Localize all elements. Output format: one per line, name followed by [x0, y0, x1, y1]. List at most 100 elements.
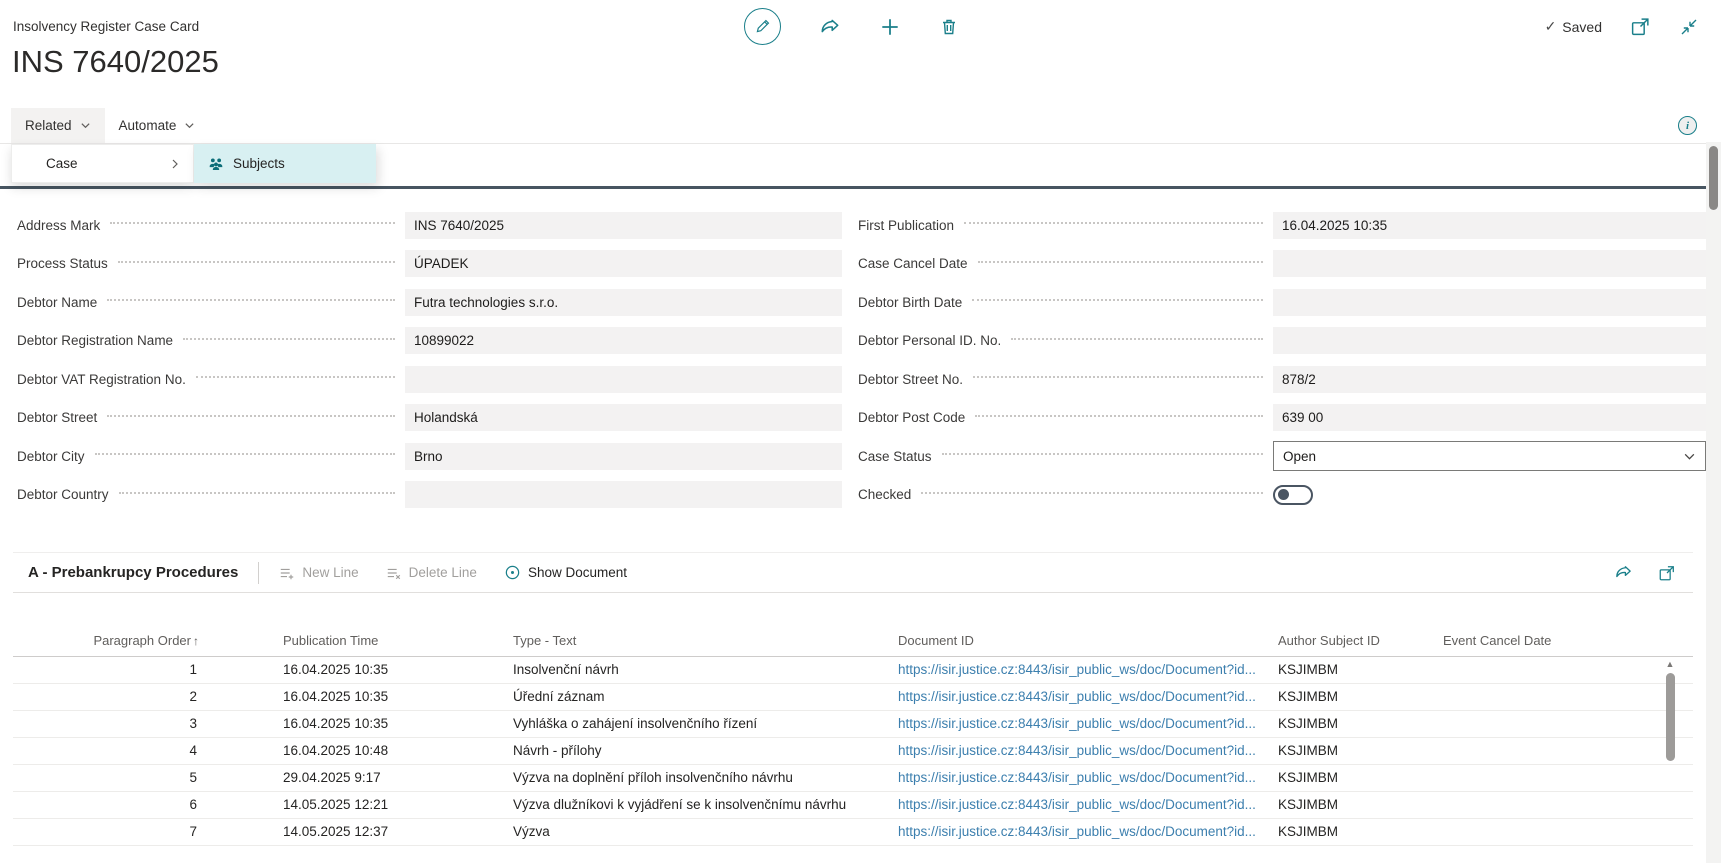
people-icon	[207, 155, 225, 173]
paragraph-order-value[interactable]: 7	[189, 824, 197, 839]
column-document-id[interactable]: Document ID	[890, 626, 1270, 656]
author-subject-id-cell[interactable]: KSJIMBM	[1270, 764, 1435, 791]
author-subject-id-cell[interactable]: KSJIMBM	[1270, 656, 1435, 683]
field-value[interactable]: INS 7640/2025	[405, 212, 842, 239]
share-icon	[819, 16, 841, 38]
type-text-cell[interactable]: Návrh - přílohy	[505, 737, 890, 764]
paragraph-order-value[interactable]: 1	[189, 662, 197, 677]
document-link[interactable]: https://isir.justice.cz:8443/isir_public…	[898, 797, 1256, 812]
publication-time-cell[interactable]: 29.04.2025 9:17	[275, 764, 505, 791]
field-label: Debtor Personal ID. No.	[858, 333, 1001, 348]
paragraph-order-value[interactable]: 4	[189, 743, 197, 758]
add-button[interactable]	[879, 16, 901, 38]
part-share-button[interactable]	[1614, 563, 1633, 582]
field-value[interactable]: 16.04.2025 10:35	[1273, 212, 1706, 239]
show-document-button[interactable]: Show Document	[504, 564, 627, 581]
paragraph-order-value[interactable]: 3	[189, 716, 197, 731]
document-link[interactable]: https://isir.justice.cz:8443/isir_public…	[898, 824, 1256, 839]
part-open-in-new-window-button[interactable]	[1658, 563, 1676, 582]
checked-toggle[interactable]	[1273, 485, 1313, 505]
publication-time-cell[interactable]: 16.04.2025 10:35	[275, 710, 505, 737]
field-value[interactable]: 639 00	[1273, 404, 1706, 431]
edit-button[interactable]	[744, 8, 781, 45]
column-publication-time[interactable]: Publication Time	[275, 626, 505, 656]
column-event-cancel-date[interactable]: Event Cancel Date	[1435, 626, 1693, 656]
new-line-button[interactable]: New Line	[279, 565, 358, 581]
author-subject-id-cell[interactable]: KSJIMBM	[1270, 818, 1435, 845]
type-text-cell[interactable]: Vyhláška o zahájení insolvenčního řízení	[505, 710, 890, 737]
paragraph-order-value[interactable]: 6	[189, 797, 197, 812]
publication-time-cell[interactable]: 16.04.2025 10:35	[275, 683, 505, 710]
column-paragraph-order[interactable]: Paragraph Order↑	[53, 626, 203, 656]
scroll-up-icon[interactable]: ▲	[1666, 659, 1675, 669]
collapse-button[interactable]	[1679, 17, 1699, 37]
field-value[interactable]	[405, 366, 842, 393]
field-value[interactable]: 878/2	[1273, 366, 1706, 393]
form-field-row: Debtor Post Code 639 00	[858, 399, 1706, 438]
show-document-icon	[504, 564, 521, 581]
table-row[interactable]: → 4 ⋮ 16.04.2025 10:48 Návrh - přílohy h…	[13, 737, 1693, 764]
author-subject-id-cell[interactable]: KSJIMBM	[1270, 737, 1435, 764]
popout-icon	[1658, 564, 1676, 582]
event-cancel-date-cell	[1435, 791, 1693, 818]
page-scrollbar-thumb[interactable]	[1709, 146, 1718, 210]
case-form: Address Mark INS 7640/2025 Process Statu…	[0, 189, 1706, 514]
table-row[interactable]: → 5 ⋮ 29.04.2025 9:17 Výzva na doplnění …	[13, 764, 1693, 791]
type-text-cell[interactable]: Výzva dlužníkovi k vyjádření se k insolv…	[505, 791, 890, 818]
case-status-select[interactable]: Open	[1273, 441, 1706, 471]
field-value[interactable]	[405, 481, 842, 508]
type-text-cell[interactable]: Úřední záznam	[505, 683, 890, 710]
document-link[interactable]: https://isir.justice.cz:8443/isir_public…	[898, 689, 1256, 704]
publication-time-cell[interactable]: 16.04.2025 10:35	[275, 656, 505, 683]
table-row[interactable]: → 7 ⋮ 14.05.2025 12:37 Výzva https://isi…	[13, 818, 1693, 845]
menu-automate[interactable]: Automate	[105, 108, 210, 143]
field-value[interactable]: 10899022	[405, 327, 842, 354]
dropdown-item-subjects[interactable]: Subjects	[194, 144, 376, 183]
column-type-text[interactable]: Type - Text	[505, 626, 890, 656]
show-document-label: Show Document	[528, 565, 627, 580]
author-subject-id-cell[interactable]: KSJIMBM	[1270, 683, 1435, 710]
chevron-down-icon	[80, 120, 91, 131]
document-link[interactable]: https://isir.justice.cz:8443/isir_public…	[898, 662, 1256, 677]
table-scrollbar[interactable]: ▲	[1663, 659, 1677, 799]
field-value[interactable]: Holandská	[405, 404, 842, 431]
share-button[interactable]	[819, 16, 841, 38]
field-value[interactable]: ÚPADEK	[405, 250, 842, 277]
delete-line-button[interactable]: Delete Line	[386, 565, 477, 581]
type-text-cell[interactable]: Insolvenční návrh	[505, 656, 890, 683]
document-link[interactable]: https://isir.justice.cz:8443/isir_public…	[898, 716, 1256, 731]
field-value[interactable]	[1273, 250, 1706, 277]
menu-related[interactable]: Related	[11, 108, 105, 143]
author-subject-id-cell[interactable]: KSJIMBM	[1270, 791, 1435, 818]
table-row[interactable]: → 6 ⋮ 14.05.2025 12:21 Výzva dlužníkovi …	[13, 791, 1693, 818]
publication-time-cell[interactable]: 14.05.2025 12:21	[275, 791, 505, 818]
document-link[interactable]: https://isir.justice.cz:8443/isir_public…	[898, 770, 1256, 785]
table-scrollbar-thumb[interactable]	[1666, 673, 1675, 761]
publication-time-cell[interactable]: 16.04.2025 10:48	[275, 737, 505, 764]
popout-icon	[1630, 16, 1651, 37]
open-in-new-window-button[interactable]	[1630, 16, 1651, 37]
info-icon[interactable]: i	[1678, 116, 1697, 135]
paragraph-order-value[interactable]: 5	[189, 770, 197, 785]
dotted-leader	[107, 299, 395, 301]
field-value[interactable]	[1273, 327, 1706, 354]
dropdown-item-case[interactable]: Case	[11, 144, 194, 183]
menu-automate-label: Automate	[119, 118, 177, 133]
table-row[interactable]: → 1 ⋮ 16.04.2025 10:35 Insolvenční návrh…	[13, 656, 1693, 683]
field-value[interactable]: Futra technologies s.r.o.	[405, 289, 842, 316]
column-author-subject-id[interactable]: Author Subject ID	[1270, 626, 1435, 656]
publication-time-cell[interactable]: 14.05.2025 12:37	[275, 818, 505, 845]
form-field-row: Process Status ÚPADEK	[13, 245, 842, 284]
table-row[interactable]: → 2 ⋮ 16.04.2025 10:35 Úřední záznam htt…	[13, 683, 1693, 710]
type-text-cell[interactable]: Výzva	[505, 818, 890, 845]
field-value[interactable]: Brno	[405, 443, 842, 470]
page-scrollbar[interactable]	[1706, 142, 1721, 863]
document-link[interactable]: https://isir.justice.cz:8443/isir_public…	[898, 743, 1256, 758]
type-text-cell[interactable]: Výzva na doplnění příloh insolvenčního n…	[505, 764, 890, 791]
author-subject-id-cell[interactable]: KSJIMBM	[1270, 710, 1435, 737]
table-row[interactable]: → 3 ⋮ 16.04.2025 10:35 Vyhláška o zaháje…	[13, 710, 1693, 737]
related-dropdown-menu: Case Subjects	[11, 144, 376, 183]
delete-button[interactable]	[939, 17, 959, 37]
paragraph-order-value[interactable]: 2	[189, 689, 197, 704]
field-value[interactable]	[1273, 289, 1706, 316]
